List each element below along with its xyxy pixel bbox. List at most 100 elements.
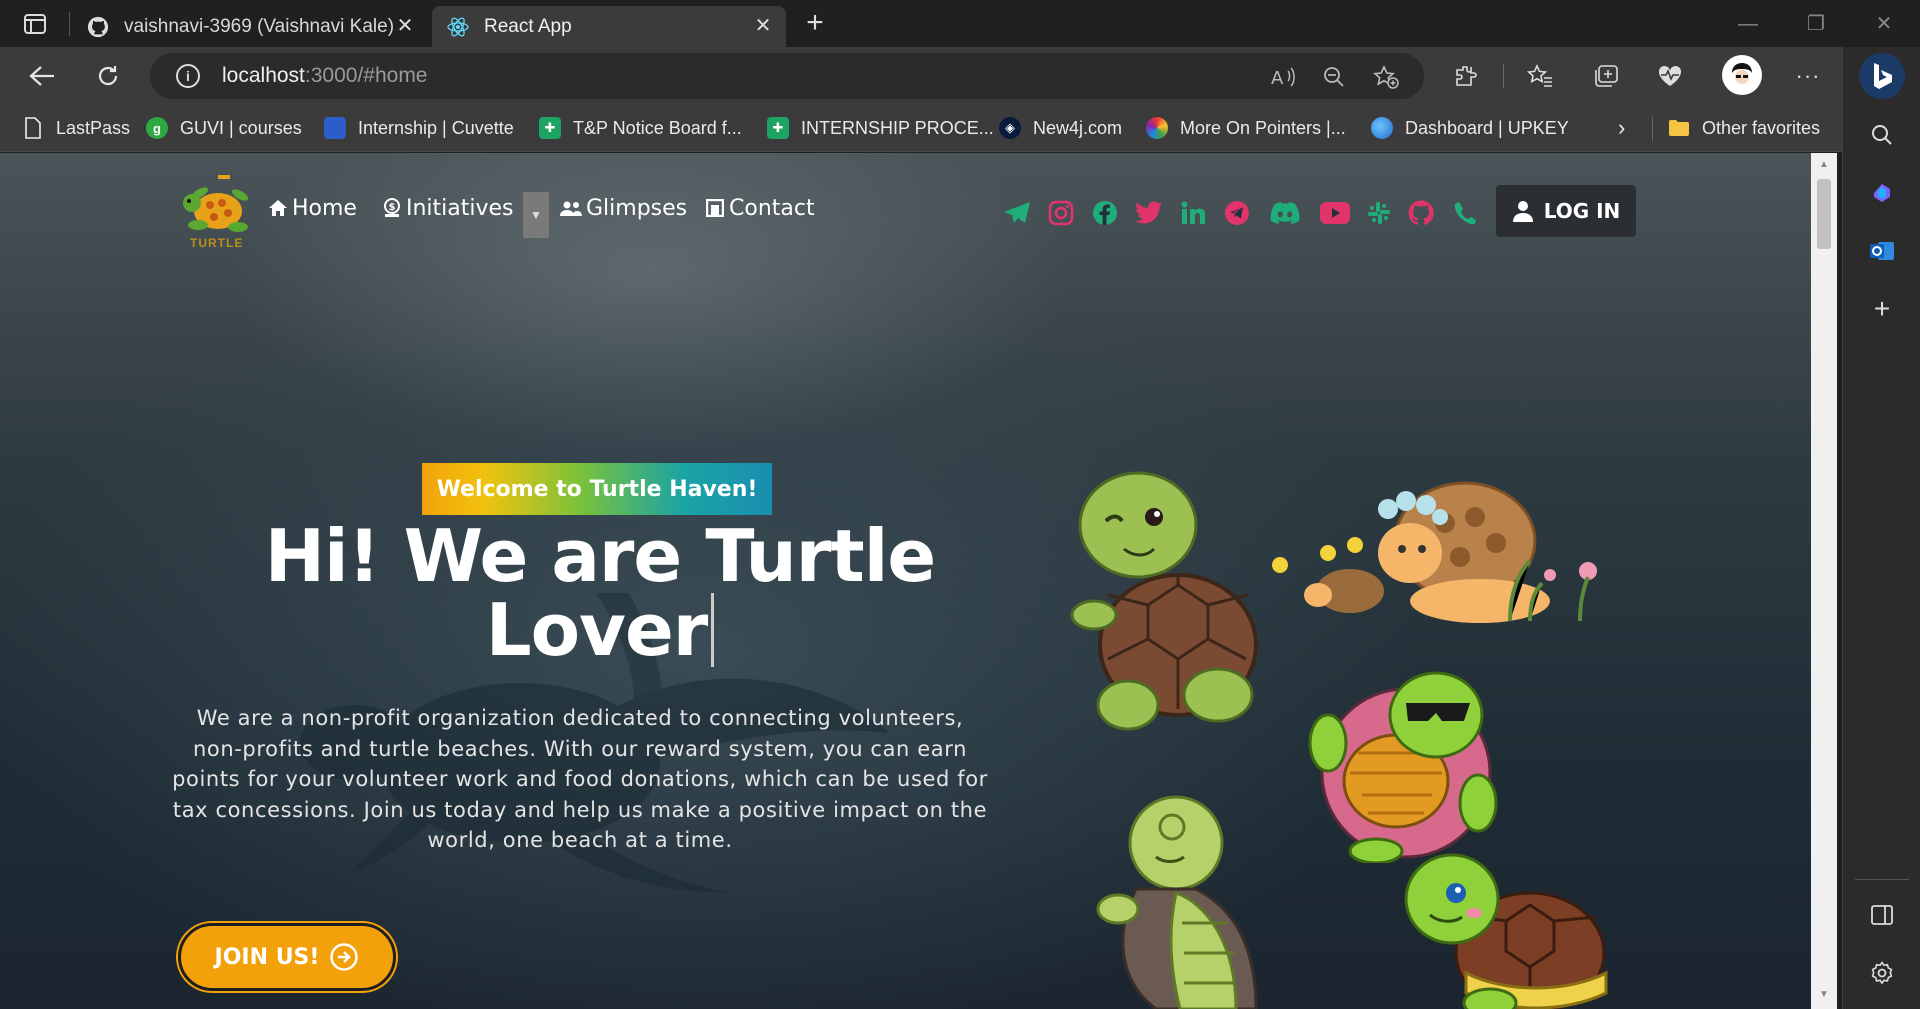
twitter-icon[interactable] (1134, 198, 1164, 228)
favorite-upkey[interactable]: Dashboard | UPKEY (1371, 115, 1569, 141)
nav-contact[interactable]: Contact (705, 193, 815, 223)
outlook-icon[interactable] (1864, 233, 1900, 269)
scrollbar-thumb[interactable] (1817, 179, 1831, 249)
extensions-icon[interactable] (1448, 58, 1484, 94)
favorite-label: Dashboard | UPKEY (1405, 117, 1569, 138)
react-icon (446, 15, 470, 39)
hero-title: Hi! We are Turtle Lover (170, 519, 1030, 667)
smiling-turtle-illustration (1404, 853, 1608, 1009)
telegram-plane-icon[interactable] (1002, 198, 1032, 228)
sheets-icon: ✚ (539, 117, 561, 139)
slack-icon[interactable] (1364, 198, 1394, 228)
add-favorite-icon[interactable] (1372, 63, 1400, 91)
minimize-button[interactable]: — (1720, 8, 1776, 40)
scroll-up-icon[interactable]: ▲ (1818, 159, 1830, 171)
more-menu-icon[interactable]: ··· (1790, 58, 1826, 94)
discord-icon[interactable] (1268, 198, 1302, 228)
favorite-neo4j[interactable]: ◈ New4j.com (999, 115, 1122, 141)
favorites-separator (1652, 117, 1653, 141)
tab-actions-icon (24, 14, 46, 34)
restore-button[interactable]: ❐ (1788, 8, 1844, 40)
github-icon (86, 15, 110, 39)
close-tab-icon[interactable]: ✕ (752, 15, 774, 37)
profile-avatar-icon[interactable] (1722, 55, 1762, 95)
caret-down-icon: ▼ (530, 208, 542, 222)
address-bar[interactable]: i localhost:3000/#home A (150, 53, 1424, 99)
bing-copilot-icon[interactable] (1859, 53, 1905, 99)
favorite-tp-notice[interactable]: ✚ T&P Notice Board f... (539, 115, 742, 141)
guvi-icon: g (146, 117, 168, 139)
settings-gear-icon[interactable] (1864, 955, 1900, 991)
read-aloud-icon[interactable]: A (1270, 63, 1298, 91)
zoom-out-icon[interactable] (1320, 63, 1348, 91)
search-icon[interactable] (1864, 117, 1900, 153)
favorite-lastpass[interactable]: LastPass (22, 115, 130, 141)
instagram-icon[interactable] (1046, 198, 1076, 228)
happy-turtle-illustration (1096, 795, 1258, 1009)
tab-actions-button[interactable] (14, 10, 56, 38)
login-button[interactable]: LOG IN (1496, 185, 1636, 237)
scroll-down-icon[interactable]: ▼ (1818, 989, 1830, 1001)
initiatives-dropdown-toggle[interactable]: ▼ (523, 192, 549, 238)
join-us-label: JOIN US! (214, 944, 320, 970)
sidebar-divider (1855, 879, 1909, 880)
favorite-internship-process[interactable]: ✚ INTERNSHIP PROCE... (767, 115, 994, 141)
svg-text:A: A (1271, 68, 1284, 88)
linkedin-icon[interactable] (1178, 198, 1208, 228)
new-tab-button[interactable]: + (798, 8, 832, 40)
facebook-icon[interactable] (1090, 198, 1120, 228)
favorite-label: New4j.com (1033, 117, 1123, 138)
collections-icon[interactable] (1588, 58, 1624, 94)
favorite-cuvette[interactable]: Internship | Cuvette (324, 115, 514, 141)
join-us-button[interactable]: JOIN US! (178, 923, 396, 991)
favorite-guvi[interactable]: g GUVI | courses (146, 115, 302, 141)
cloud-icon (1371, 117, 1393, 139)
telegram-icon[interactable] (1222, 198, 1252, 228)
favorites-bar: LastPass g GUVI | courses Internship | C… (0, 105, 1920, 152)
users-icon (560, 198, 582, 218)
nav-glimpses[interactable]: Glimpses (560, 193, 687, 223)
browser-window: vaishnavi-3969 (Vaishnavi Kale) ✕ React … (0, 0, 1920, 1009)
other-favorites[interactable]: Other favorites (1668, 115, 1820, 141)
youtube-icon[interactable] (1318, 198, 1352, 228)
money-icon: $ (382, 198, 402, 218)
contact-icon (705, 198, 725, 218)
favorite-label: Internship | Cuvette (358, 117, 514, 138)
tab-react-app[interactable]: React App ✕ (432, 6, 786, 47)
favorite-label: T&P Notice Board f... (573, 117, 742, 138)
hide-sidebar-icon[interactable] (1864, 897, 1900, 933)
hero-title-text: Lover (485, 588, 709, 672)
close-window-button[interactable]: ✕ (1856, 8, 1912, 40)
copilot-icon[interactable] (1864, 175, 1900, 211)
browser-essentials-icon[interactable] (1652, 58, 1688, 94)
hero-title-line: Lover (170, 593, 1030, 667)
add-sidebar-app-icon[interactable]: + (1864, 291, 1900, 327)
hero-description: We are a non-profit organization dedicat… (172, 706, 988, 852)
page-icon (22, 117, 44, 139)
site-info-icon[interactable]: i (176, 64, 200, 88)
tab-github[interactable]: vaishnavi-3969 (Vaishnavi Kale) ✕ (72, 6, 428, 47)
back-button[interactable] (22, 56, 62, 96)
winking-turtle-illustration (1070, 471, 1258, 731)
tab-title: React App (484, 15, 572, 37)
tab-strip: vaishnavi-3969 (Vaishnavi Kale) ✕ React … (0, 0, 1920, 47)
nav-label: Initiatives (406, 195, 514, 221)
refresh-button[interactable] (88, 56, 128, 96)
url-text[interactable]: localhost:3000/#home (222, 64, 428, 88)
logo-text: TURTLE (190, 236, 244, 250)
phone-icon[interactable] (1450, 198, 1480, 228)
favorite-pointers[interactable]: More On Pointers |... (1146, 115, 1346, 141)
github-icon[interactable] (1406, 198, 1436, 228)
sheets-icon: ✚ (767, 117, 789, 139)
page-scrollbar[interactable]: ▲ ▼ (1811, 153, 1837, 1009)
page-viewport: TURTLE Home $ Initiatives ▼ Glimpses Con… (0, 153, 1811, 1009)
nav-initiatives[interactable]: $ Initiatives (382, 193, 514, 223)
tab-title: vaishnavi-3969 (Vaishnavi Kale) (124, 15, 395, 37)
favorite-label: Other favorites (1702, 117, 1821, 138)
nav-home[interactable]: Home (268, 193, 357, 223)
close-tab-icon[interactable]: ✕ (394, 15, 416, 37)
favorites-icon[interactable] (1522, 58, 1558, 94)
refresh-icon (98, 66, 118, 86)
more-favorites-chevron-icon[interactable]: › (1618, 115, 1625, 141)
toolbar-separator (1503, 64, 1504, 88)
